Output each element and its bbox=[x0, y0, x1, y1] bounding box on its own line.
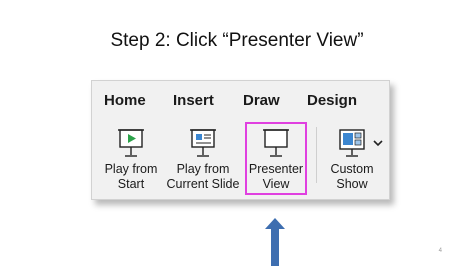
button-label: Play from bbox=[176, 162, 230, 176]
tab-draw[interactable]: Draw bbox=[243, 92, 280, 109]
ribbon-tabs: Home Insert Draw Design bbox=[92, 81, 389, 117]
play-from-current-slide-button[interactable]: Play from Current Slide bbox=[164, 121, 242, 193]
button-label: View bbox=[262, 177, 290, 191]
ribbon-panel: Home Insert Draw Design Play from Start … bbox=[91, 80, 390, 200]
tab-design[interactable]: Design bbox=[307, 92, 357, 109]
tab-insert[interactable]: Insert bbox=[173, 92, 214, 109]
custom-show-button[interactable]: Custom Show bbox=[324, 121, 380, 193]
slide-title: Step 2: Click “Presenter View” bbox=[110, 30, 364, 51]
button-label: Show bbox=[336, 177, 368, 191]
play-from-start-button[interactable]: Play from Start bbox=[98, 121, 164, 193]
play-from-start-icon bbox=[118, 129, 144, 157]
page-number: 4 bbox=[438, 248, 442, 254]
button-label: Play from bbox=[104, 162, 158, 176]
button-label: Current Slide bbox=[166, 177, 240, 191]
up-arrow-icon bbox=[265, 218, 285, 266]
play-current-slide-icon bbox=[190, 129, 216, 157]
ribbon-separator bbox=[316, 127, 317, 183]
presenter-view-icon bbox=[263, 129, 289, 157]
button-label: Custom bbox=[330, 162, 374, 176]
presenter-view-button[interactable]: Presenter View bbox=[245, 121, 307, 193]
tab-home[interactable]: Home bbox=[104, 92, 146, 109]
chevron-down-icon[interactable] bbox=[373, 139, 383, 147]
button-label: Start bbox=[117, 177, 145, 191]
custom-show-icon bbox=[339, 129, 365, 157]
button-label: Presenter bbox=[248, 162, 304, 176]
